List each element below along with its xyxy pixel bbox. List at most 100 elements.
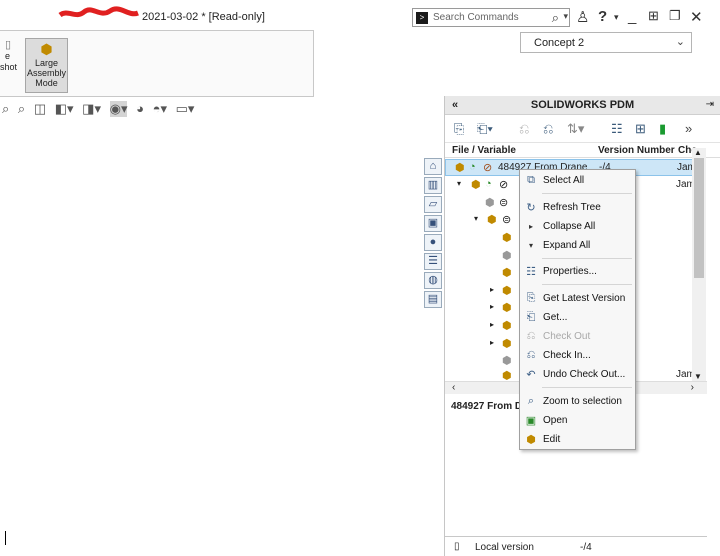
expand-arrow-icon[interactable]: ▸ xyxy=(490,285,494,294)
appearances-icon[interactable]: ● xyxy=(424,234,442,251)
minimize-icon[interactable]: _ xyxy=(628,8,636,25)
menu-item-get[interactable]: ⎗ Get... xyxy=(520,309,635,328)
scrollbar-thumb[interactable] xyxy=(694,158,704,278)
zoom-area-icon[interactable]: ⌕ xyxy=(18,101,25,117)
expand-arrow-icon[interactable]: ▾ xyxy=(457,179,461,188)
status-icon: ⊘ xyxy=(499,179,509,191)
menu-label: Open xyxy=(543,415,568,426)
status-icon: ⊜ xyxy=(499,197,509,209)
menu-separator xyxy=(542,284,632,285)
restore-icon[interactable]: ⊞ xyxy=(648,8,659,24)
get-latest-icon[interactable]: ⎘ xyxy=(454,121,464,137)
menu-label: Undo Check Out... xyxy=(543,369,626,380)
design-library-icon[interactable]: ▥ xyxy=(424,177,442,194)
view-palette-icon[interactable]: ▣ xyxy=(424,215,442,232)
menu-item-undo-check-out[interactable]: ↶ Undo Check Out... xyxy=(520,366,635,385)
scroll-right-icon[interactable]: › xyxy=(691,382,694,393)
section-view-icon[interactable]: ◫ xyxy=(34,101,46,117)
close-icon[interactable]: ✕ xyxy=(690,8,703,26)
assembly-icon: ⬢ xyxy=(455,162,465,174)
view-orientation-icon[interactable]: ◧▾ xyxy=(55,101,74,117)
menu-separator xyxy=(542,387,632,388)
hierarchy-icon[interactable]: ⊞ xyxy=(635,121,646,137)
file-explorer-icon[interactable]: ▱ xyxy=(424,196,442,213)
search-dropdown-icon[interactable]: ▾ xyxy=(563,11,568,22)
partial-ribbon-button[interactable]: ▯ e shot xyxy=(0,40,17,73)
appearance-icon[interactable]: ◕ xyxy=(136,101,144,116)
menu-item-properties[interactable]: ☷ Properties... xyxy=(520,263,635,282)
scene-icon[interactable]: ◓▾ xyxy=(153,101,167,117)
large-assembly-mode-button[interactable]: ⬢ Large Assembly Mode xyxy=(25,38,68,93)
pdm-header: « SOLIDWORKS PDM ⇥ xyxy=(445,96,720,115)
state-icon: ◔ xyxy=(469,161,476,173)
expand-arrow-icon[interactable]: ▸ xyxy=(490,338,494,347)
lam-label-1: Large xyxy=(34,58,59,68)
menu-item-open[interactable]: ▣ Open xyxy=(520,412,635,431)
part-icon: ⬢ xyxy=(502,250,512,262)
menu-item-check-out[interactable]: ⎌ Check Out xyxy=(520,328,635,347)
menu-label: Properties... xyxy=(543,266,597,277)
assembly-icon: ⬢ xyxy=(502,267,512,279)
file-icon: ▯ xyxy=(454,541,460,552)
pdm-icon[interactable]: ◍ xyxy=(424,272,442,289)
text-cursor xyxy=(5,531,6,545)
pdm-toolbar: ⎘ ⎗▾ ⎌ ⎌ ⇅▾ ☷ ⊞ ▮ » xyxy=(445,115,720,143)
hide-show-icon[interactable]: ◉▾ xyxy=(109,101,128,117)
check-in-icon[interactable]: ⎌ xyxy=(543,121,553,137)
zoom-to-fit-icon[interactable]: ⌕ xyxy=(2,101,9,117)
assembly-icon: ⬢ xyxy=(471,179,481,191)
menu-label: Expand All xyxy=(543,240,591,251)
change-state-icon[interactable]: ⇅▾ xyxy=(567,121,584,137)
menu-item-refresh-tree[interactable]: ↻ Refresh Tree xyxy=(520,199,635,218)
chevron-down-icon: ⌄ xyxy=(675,36,685,48)
expand-arrow-icon[interactable]: ▾ xyxy=(474,214,478,223)
menu-item-collapse-all[interactable]: ▸ Collapse All xyxy=(520,218,635,237)
menu-item-select-all[interactable]: ⧉ Select All xyxy=(520,172,635,191)
menu-item-get-latest-version[interactable]: ⎘ Get Latest Version xyxy=(520,290,635,309)
home-icon[interactable]: ⌂ xyxy=(424,158,442,175)
assembly-icon: ⬢ xyxy=(502,302,512,314)
more-icon[interactable]: » xyxy=(685,121,692,136)
search-icon[interactable]: ⌕ xyxy=(552,10,559,26)
edit-icon: ⬢ xyxy=(526,434,536,446)
column-file[interactable]: File / Variable xyxy=(452,145,516,156)
view-settings-icon[interactable]: ▭▾ xyxy=(176,101,195,117)
expand-arrow-icon[interactable]: ▸ xyxy=(490,320,494,329)
expand-arrow-icon[interactable]: ▸ xyxy=(490,302,494,311)
pdm-title: SOLIDWORKS PDM xyxy=(530,99,635,111)
user-icon[interactable]: ♙ xyxy=(576,8,589,26)
maximize-icon[interactable]: ❐ xyxy=(669,8,681,24)
properties-icon[interactable]: ☷ xyxy=(611,121,623,137)
check-out-icon[interactable]: ⎌ xyxy=(519,121,529,137)
check-out-icon: ⎌ xyxy=(526,330,536,342)
scroll-up-icon[interactable]: ▲ xyxy=(694,148,702,157)
pin-icon[interactable]: ⇥ xyxy=(706,99,714,110)
partial-button-icon: ▯ xyxy=(5,39,12,51)
scroll-left-icon[interactable]: ‹ xyxy=(452,382,455,393)
help-dropdown-icon[interactable]: ▾ xyxy=(614,12,619,23)
expand-arrow-icon: ▾ xyxy=(528,241,533,250)
assembly-icon: ⬢ xyxy=(40,41,53,57)
forum-icon[interactable]: ▤ xyxy=(424,291,442,308)
search-commands-input[interactable]: > Search Commands ⌕ ▾ xyxy=(412,8,570,27)
vertical-scrollbar[interactable]: ▲ ▼ xyxy=(692,148,706,383)
menu-item-check-in[interactable]: ⎌ Check In... xyxy=(520,347,635,366)
configuration-select[interactable]: Concept 2 ⌄ xyxy=(520,32,692,53)
scroll-down-icon[interactable]: ▼ xyxy=(694,372,702,381)
book-icon[interactable]: ▮ xyxy=(659,121,666,137)
open-icon: ▣ xyxy=(525,415,537,427)
assembly-icon: ⬢ xyxy=(502,320,512,332)
assembly-icon: ⬢ xyxy=(487,214,497,226)
menu-item-expand-all[interactable]: ▾ Expand All xyxy=(520,237,635,256)
menu-label: Select All xyxy=(543,175,585,186)
custom-properties-icon[interactable]: ☰ xyxy=(424,253,442,270)
menu-item-edit[interactable]: ⬢ Edit xyxy=(520,431,635,450)
get-icon[interactable]: ⎗▾ xyxy=(477,121,493,137)
menu-separator xyxy=(542,193,632,194)
get-latest-icon: ⎘ xyxy=(526,292,536,304)
column-version[interactable]: Version Number xyxy=(598,145,675,156)
context-menu: ⧉ Select All ↻ Refresh Tree ▸ Collapse A… xyxy=(519,169,636,450)
display-style-icon[interactable]: ◨▾ xyxy=(82,101,101,117)
help-icon[interactable]: ? xyxy=(598,8,607,25)
menu-item-zoom-to-selection[interactable]: ⌕ Zoom to selection xyxy=(520,393,635,412)
